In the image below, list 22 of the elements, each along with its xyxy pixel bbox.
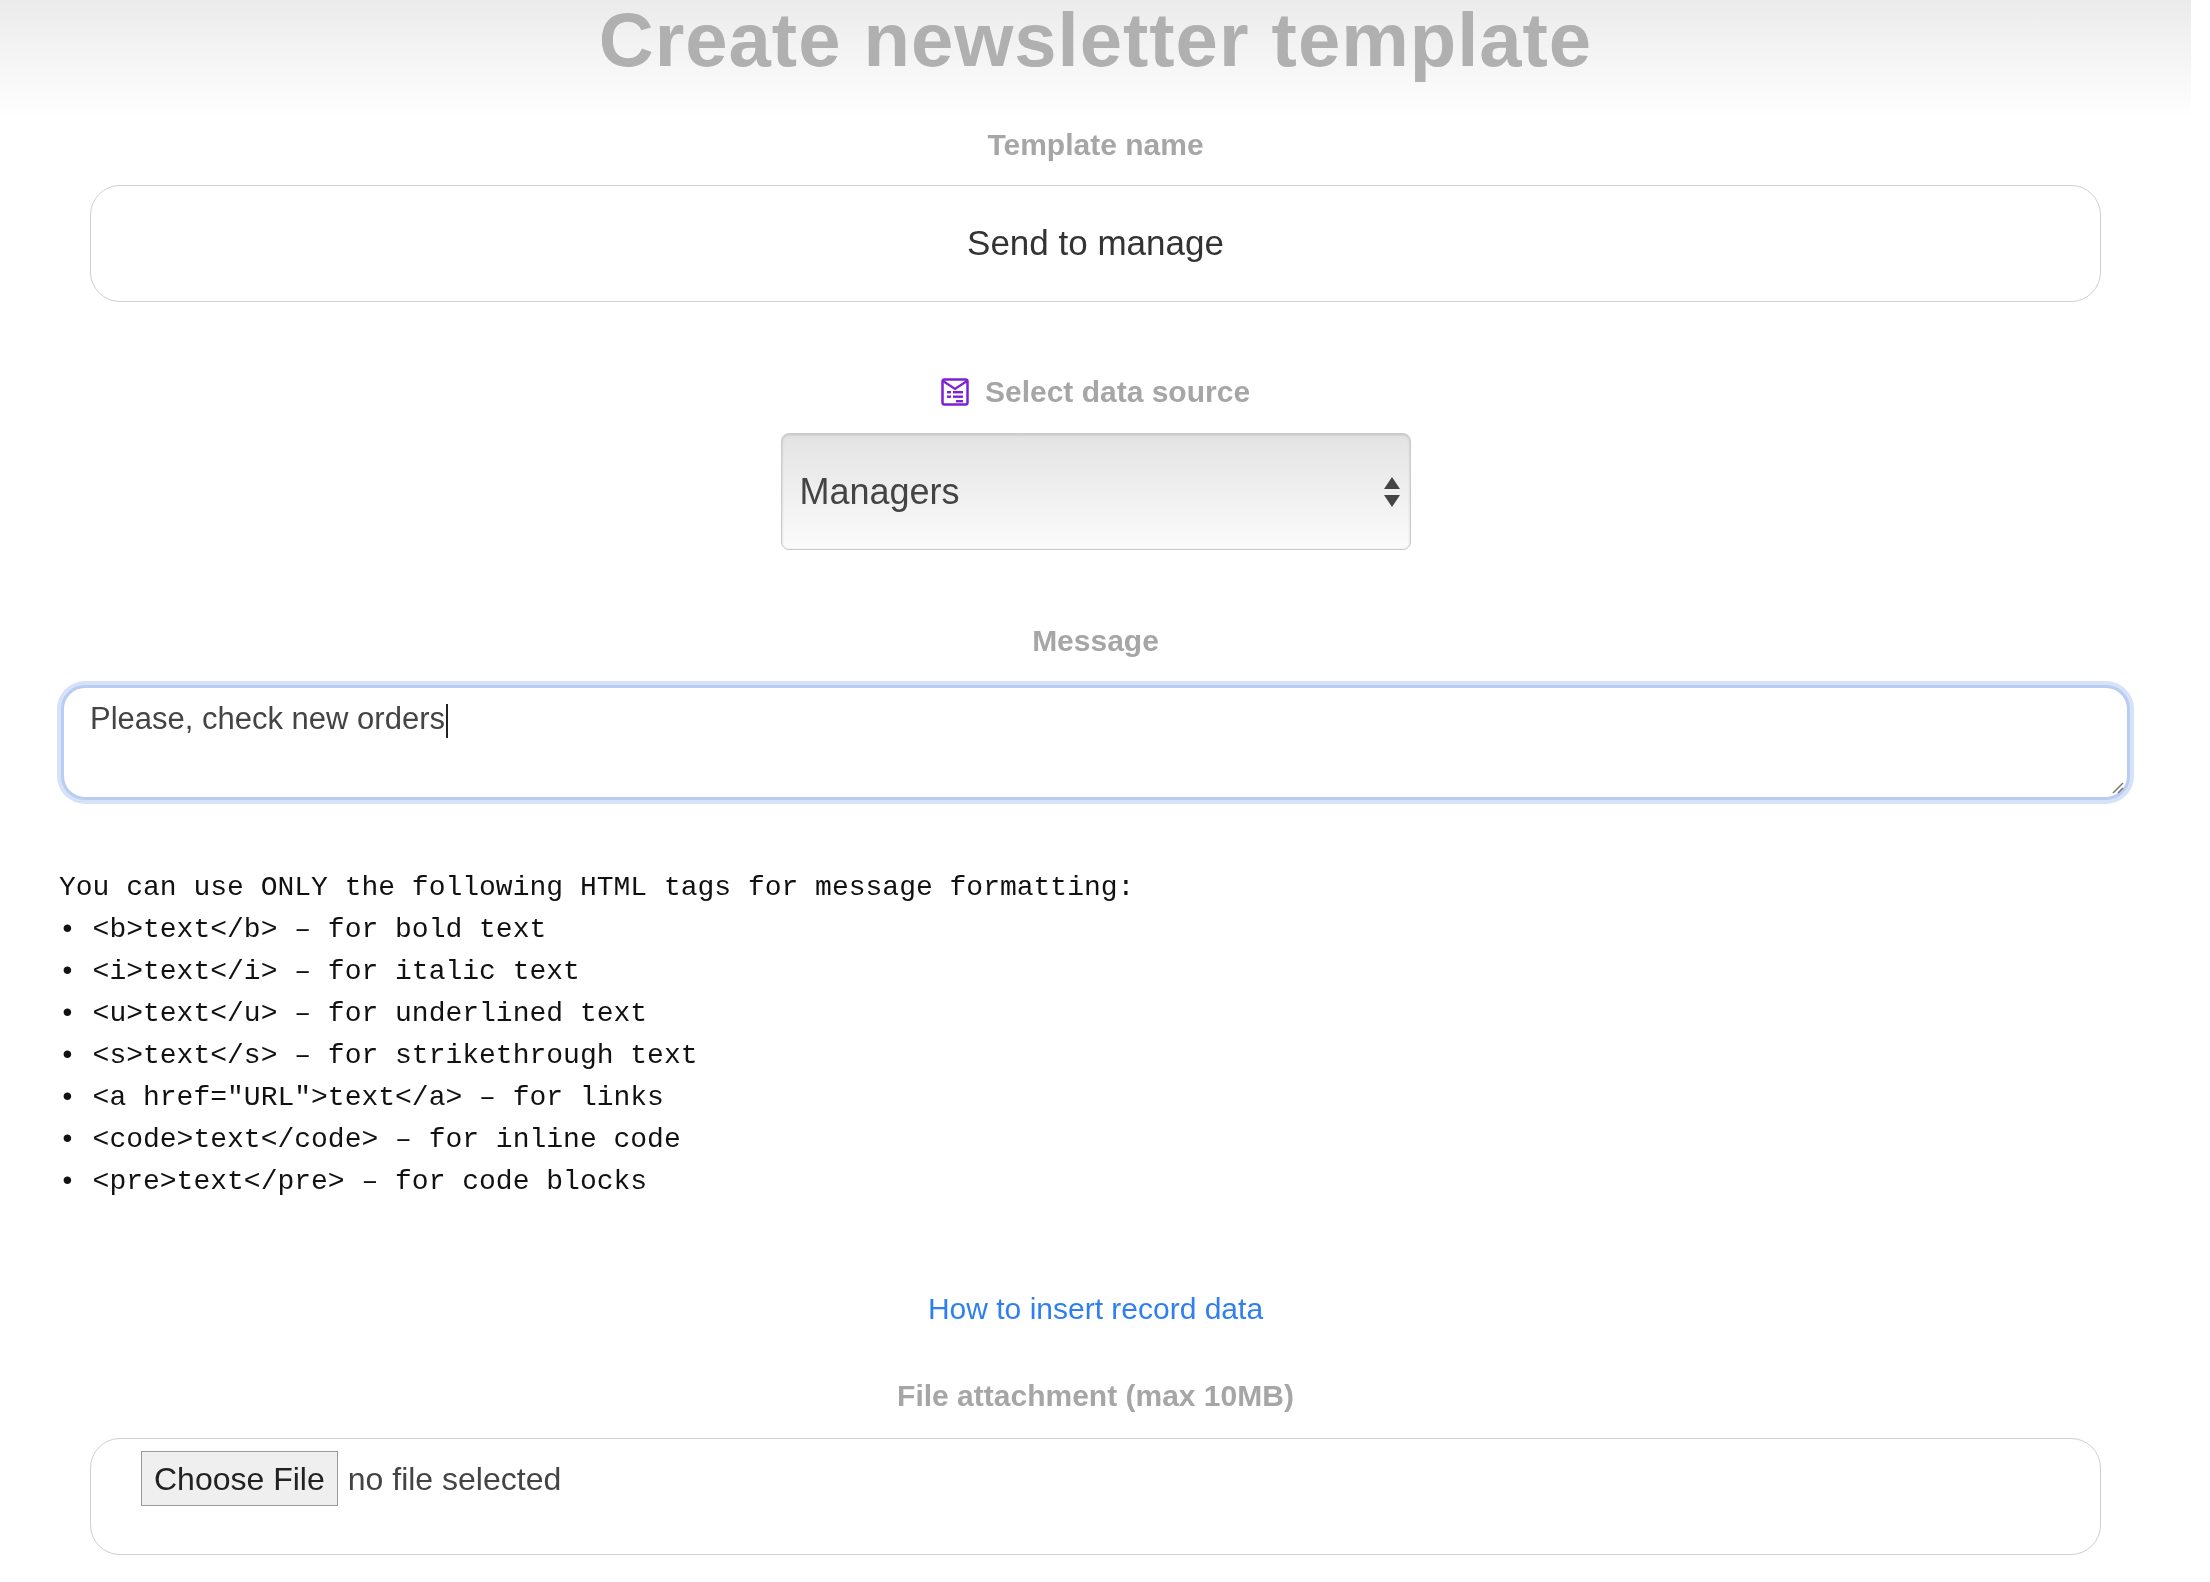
allowed-tag-item: • <a href="URL">text</a> – for links	[59, 1081, 665, 1115]
help-link[interactable]: How to insert record data	[927, 1291, 1264, 1327]
file-attachment-label: File attachment (max 10MB)	[897, 1378, 1294, 1414]
data-source-select[interactable]: Managers	[780, 433, 1411, 550]
data-source-label: Select data source	[984, 374, 1251, 410]
message-label: Message	[1032, 623, 1159, 659]
formatting-help-intro: You can use ONLY the following HTML tags for message formatting:	[59, 871, 1135, 905]
allowed-tag-item: • <s>text</s> – for strikethrough text	[59, 1039, 699, 1073]
template-name-label: Template name	[987, 127, 1204, 163]
text-cursor-icon	[445, 703, 448, 738]
resize-handle-icon	[2112, 782, 2124, 794]
allowed-tag-item: • <i>text</i> – for italic text	[59, 955, 581, 989]
template-name-field[interactable]: Send to manage	[90, 185, 2101, 302]
allowed-tag-item: • <code>text</code> – for inline code	[59, 1123, 682, 1157]
allowed-tag-item: • <u>text</u> – for underlined text	[59, 997, 649, 1031]
file-input-field[interactable]: Choose File no file selected	[90, 1438, 2101, 1555]
file-status-text: no file selected	[347, 1459, 562, 1499]
allowed-tag-item: • <b>text</b> – for bold text	[59, 913, 548, 947]
choose-file-button[interactable]: Choose File	[141, 1451, 338, 1506]
allowed-tag-item: • <pre>text</pre> – for code blocks	[59, 1165, 649, 1199]
form-list-icon	[940, 378, 969, 406]
up-down-caret-icon	[1383, 476, 1400, 507]
